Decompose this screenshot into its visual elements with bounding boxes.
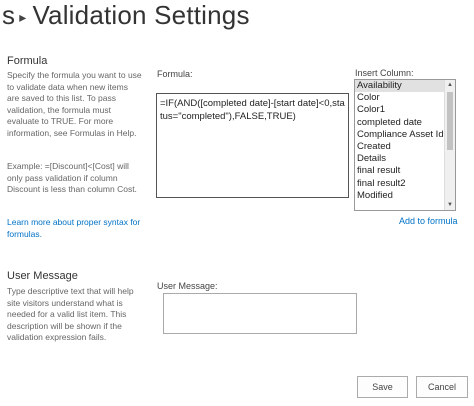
column-option[interactable]: final result2 [355,178,445,190]
scroll-down-arrow-icon[interactable]: ▼ [445,200,455,210]
column-option[interactable]: Modified [355,190,445,202]
formula-heading: Formula [7,55,48,67]
column-option[interactable]: Compliance Asset Id [355,129,445,141]
user-message-description: Type descriptive text that will help sit… [7,286,134,342]
column-option[interactable]: Details [355,153,445,165]
user-message-textarea[interactable] [163,293,357,334]
page-title-text: Validation Settings [32,0,250,30]
learn-more-link[interactable]: Learn more about proper syntax for formu… [7,217,142,240]
user-message-label: User Message: [157,281,218,291]
cancel-button[interactable]: Cancel [416,376,468,398]
insert-column-label: Insert Column: [355,68,414,78]
formula-textarea[interactable]: =IF(AND([completed date]-[start date]<0,… [156,93,349,198]
formula-label: Formula: [157,69,193,79]
formula-description: Specify the formula you want to use to v… [7,70,142,138]
add-to-formula-link[interactable]: Add to formula [399,216,458,226]
column-option[interactable]: Created [355,141,445,153]
column-option[interactable]: final result [355,165,445,177]
column-option[interactable]: completed date [355,117,445,129]
insert-column-listbox[interactable]: Availability Color Color1 completed date… [354,79,456,211]
column-option[interactable]: Color [355,92,445,104]
user-message-heading: User Message [7,270,78,282]
listbox-scrollbar[interactable]: ▲ ▼ [444,80,455,210]
column-option-selected[interactable]: Availability [355,80,445,93]
scrollbar-thumb[interactable] [447,92,453,150]
breadcrumb-separator-icon: ▸ [19,8,27,25]
column-option[interactable]: Color1 [355,104,445,116]
save-button[interactable]: Save [357,376,408,398]
breadcrumb-prefix: s [2,0,16,30]
formula-example: Example: =[Discount]<[Cost] will only pa… [7,161,137,194]
page-title: s ▸ Validation Settings [2,0,250,31]
scroll-up-arrow-icon[interactable]: ▲ [445,80,455,90]
